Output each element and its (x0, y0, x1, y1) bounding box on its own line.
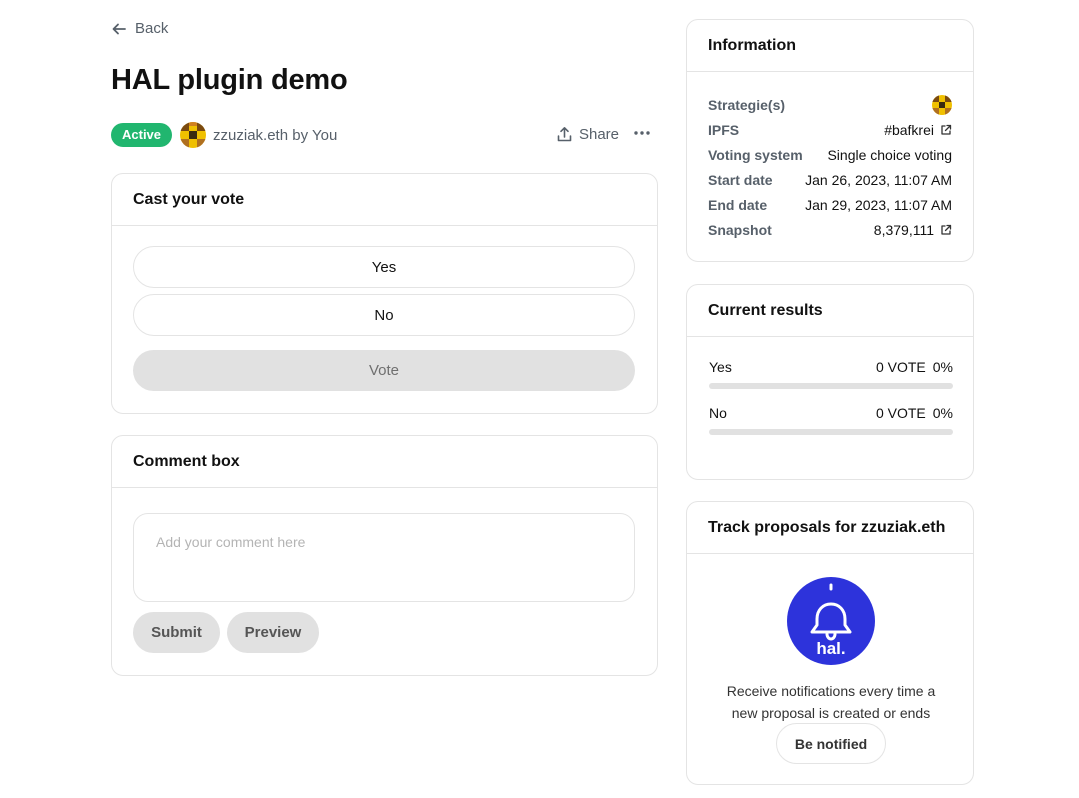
info-row-strategies: Strategie(s) (708, 92, 952, 117)
by-user: You (312, 126, 338, 144)
preview-button[interactable]: Preview (227, 612, 319, 653)
status-badge: Active (111, 123, 173, 147)
back-link[interactable]: Back (111, 20, 168, 37)
choice-no-button[interactable]: No (133, 294, 635, 336)
result-item: Yes 0 VOTE 0% (709, 359, 953, 389)
cast-vote-card: Cast your vote Yes No Vote (111, 173, 658, 414)
track-proposals-card: Track proposals for zzuziak.eth hal. Rec… (686, 501, 974, 785)
be-notified-button[interactable]: Be notified (776, 723, 886, 764)
info-key: Start date (708, 171, 773, 188)
info-value: #bafkrei (884, 121, 934, 138)
proposal-meta: Active zzuziak.eth by You Share (111, 121, 658, 149)
result-progress-bar (709, 383, 953, 389)
info-row-voting-system: Voting system Single choice voting (708, 142, 952, 167)
back-label: Back (135, 20, 169, 37)
result-votes: 0 VOTE (875, 359, 926, 375)
info-row-ipfs: IPFS #bafkrei (708, 117, 952, 142)
information-card: Information Strategie(s) IPFS #bafkrei V… (686, 19, 974, 262)
page-title: HAL plugin demo (111, 64, 348, 96)
share-icon (557, 127, 572, 142)
arrow-left-icon (112, 23, 126, 34)
cast-vote-heading: Cast your vote (112, 174, 657, 226)
avatar-icon (180, 122, 207, 148)
avatar-icon (932, 94, 952, 115)
ipfs-link[interactable]: #bafkrei (884, 122, 952, 138)
track-proposals-heading: Track proposals for zzuziak.eth (687, 502, 973, 554)
info-key: IPFS (708, 121, 740, 138)
submit-button[interactable]: Submit (133, 612, 220, 653)
result-progress-bar (709, 429, 953, 435)
info-row-end-date: End date Jan 29, 2023, 11:07 AM (708, 192, 952, 217)
result-percent: 0% (932, 405, 953, 421)
info-row-snapshot: Snapshot 8,379,111 (708, 217, 952, 242)
info-value: 8,379,111 (873, 221, 934, 238)
bell-icon: hal. (810, 583, 852, 658)
info-key: End date (708, 196, 768, 213)
by-label: by (292, 126, 309, 144)
info-value: Jan 26, 2023, 11:07 AM (805, 171, 952, 188)
share-button[interactable]: Share (556, 126, 619, 143)
info-row-start-date: Start date Jan 26, 2023, 11:07 AM (708, 167, 952, 192)
hal-logo: hal. (787, 577, 875, 665)
snapshot-link[interactable]: 8,379,111 (874, 222, 952, 238)
author-line[interactable]: zzuziak.eth by You (213, 127, 337, 144)
more-button[interactable] (632, 123, 652, 143)
hal-logo-text: hal. (816, 639, 845, 658)
comment-box-card: Comment box Add your comment here Submit… (111, 435, 658, 676)
strategy-avatar[interactable] (932, 94, 952, 115)
avatar[interactable] (180, 122, 207, 148)
vote-button[interactable]: Vote (133, 350, 635, 391)
author-name[interactable]: zzuziak.eth (213, 127, 288, 144)
track-description: Receive notifications every time a new p… (726, 683, 936, 721)
info-key: Snapshot (708, 221, 772, 238)
information-heading: Information (687, 20, 973, 72)
external-link-icon (941, 224, 952, 235)
current-results-heading: Current results (687, 285, 973, 337)
info-value: Jan 29, 2023, 11:07 AM (805, 196, 952, 213)
result-item: No 0 VOTE 0% (709, 405, 953, 435)
more-icon (634, 131, 650, 135)
share-label: Share (578, 126, 619, 143)
info-key: Voting system (708, 146, 803, 163)
choice-yes-button[interactable]: Yes (133, 246, 635, 288)
info-key: Strategie(s) (708, 96, 786, 113)
comment-input[interactable]: Add your comment here (133, 513, 635, 602)
current-results-card: Current results Yes 0 VOTE 0% No 0 VOTE … (686, 284, 974, 480)
result-label: Yes (709, 359, 732, 375)
result-votes: 0 VOTE (875, 405, 926, 421)
comment-box-heading: Comment box (112, 436, 657, 488)
result-label: No (709, 405, 727, 421)
result-percent: 0% (932, 359, 953, 375)
external-link-icon (941, 124, 952, 135)
info-value: Single choice voting (827, 146, 952, 163)
